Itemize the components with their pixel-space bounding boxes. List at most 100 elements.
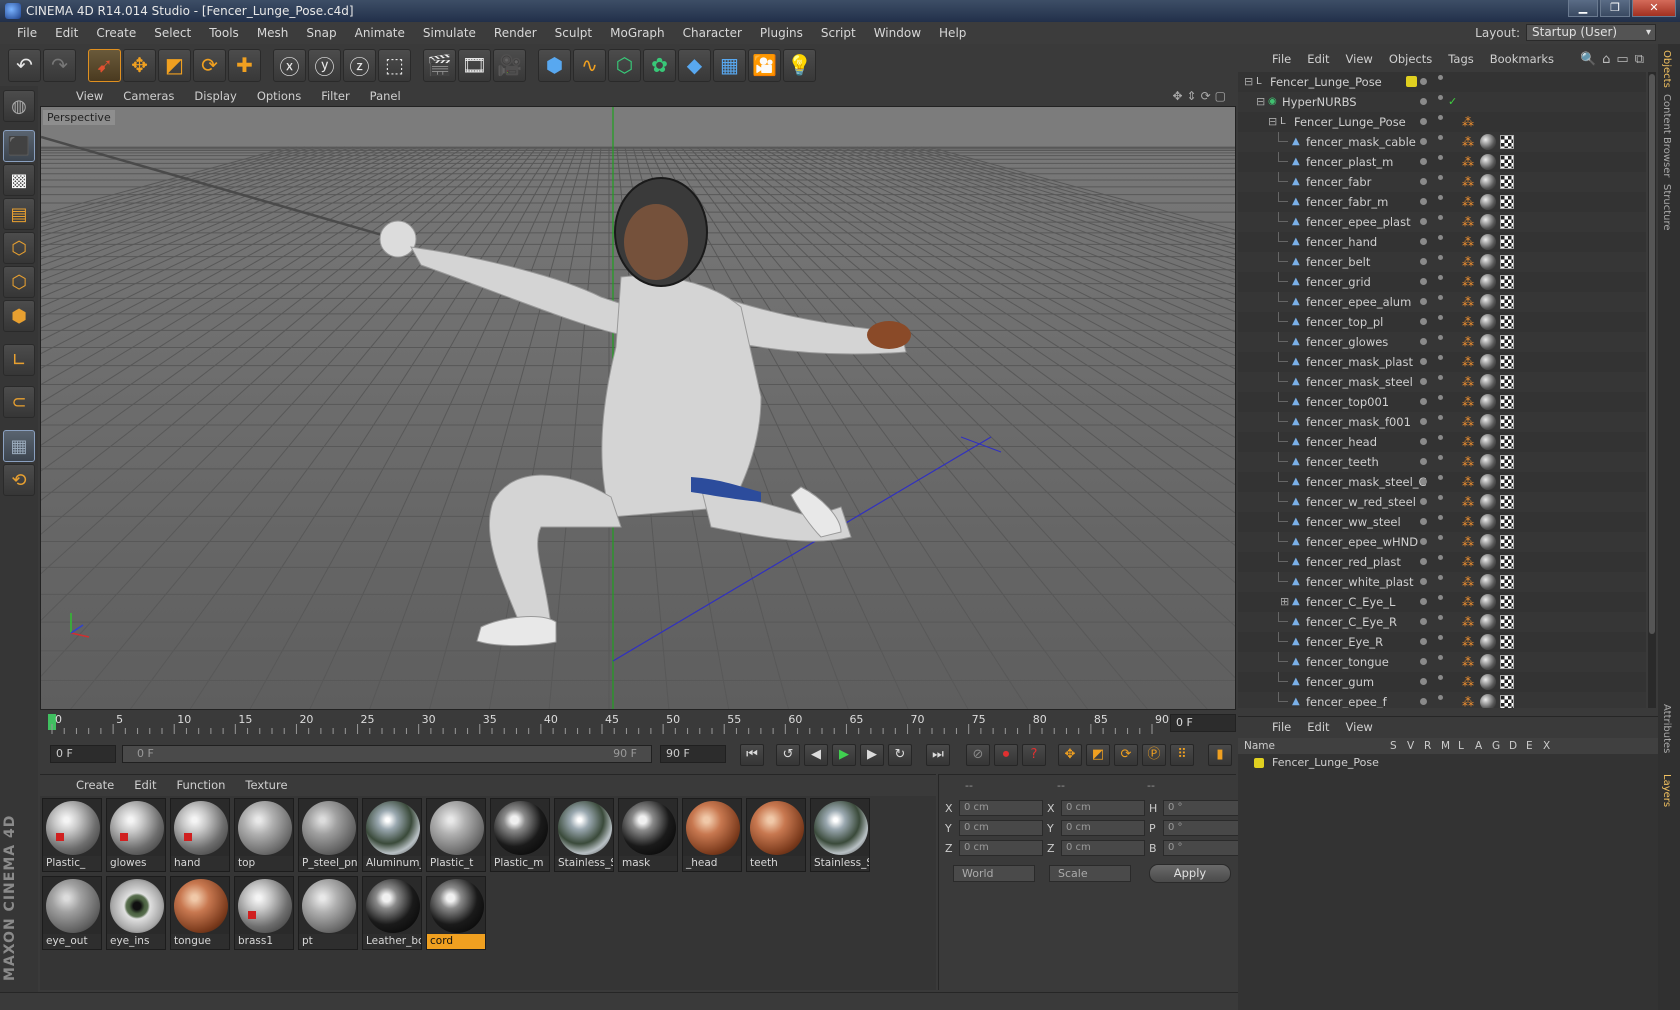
object-menu-bookmarks[interactable]: Bookmarks [1482,52,1562,66]
uvw-tag-icon[interactable] [1500,635,1514,649]
layer-menu-edit[interactable]: Edit [1299,720,1337,734]
menu-mograph[interactable]: MoGraph [601,26,674,40]
uvw-tag-icon[interactable] [1500,535,1514,549]
material-tag-icon[interactable] [1480,334,1496,350]
phong-tag-icon[interactable]: ⁂ [1462,335,1476,349]
material-tag-icon[interactable] [1480,374,1496,390]
material-menu-edit[interactable]: Edit [124,778,166,792]
material-tag-icon[interactable] [1480,514,1496,530]
render-visibility-dot[interactable] [1438,635,1443,640]
record-position-button[interactable]: ✥ [1058,744,1082,766]
render-visibility-dot[interactable] [1438,535,1443,540]
uvw-tag-icon[interactable] [1500,255,1514,269]
record-parameter-button[interactable]: Ⓟ [1142,744,1166,766]
render-visibility-dot[interactable] [1438,655,1443,660]
object-row[interactable]: ▲ fencer_plast_m ⁂ [1238,152,1646,172]
phong-tag-icon[interactable]: ⁂ [1462,235,1476,249]
menu-select[interactable]: Select [145,26,200,40]
coord-value-field[interactable]: 0 cm [1061,800,1145,816]
object-row[interactable]: ▲ fencer_hand ⁂ [1238,232,1646,252]
editor-visibility-dot[interactable] [1420,138,1427,145]
right-tab-layers[interactable]: Layers [1661,774,1672,807]
coord-value-field[interactable]: 0 cm [1061,820,1145,836]
menu-sculpt[interactable]: Sculpt [546,26,601,40]
material-tag-icon[interactable] [1480,694,1496,708]
start-frame-field[interactable]: 0 F [50,745,116,763]
uvw-tag-icon[interactable] [1500,235,1514,249]
layer-menu-view[interactable]: View [1338,720,1381,734]
object-row[interactable]: ▲ fencer_epee_wHND ⁂ [1238,532,1646,552]
material-menu-function[interactable]: Function [167,778,236,792]
record-rotation-button[interactable]: ⟳ [1114,744,1138,766]
material-swatch[interactable]: Aluminum_ [362,798,422,872]
phong-tag-icon[interactable]: ⁂ [1462,195,1476,209]
uvw-tag-icon[interactable] [1500,275,1514,289]
menu-help[interactable]: Help [930,26,975,40]
object-row[interactable]: ▲ fencer_glowes ⁂ [1238,332,1646,352]
planar-workplane-button[interactable]: ⟲ [3,464,35,496]
layer-column-g[interactable]: G [1492,738,1500,754]
editor-visibility-dot[interactable] [1420,318,1427,325]
object-row[interactable]: ▲ fencer_w_red_steel ⁂ [1238,492,1646,512]
layer-column-m[interactable]: M [1441,738,1450,754]
editor-visibility-dot[interactable] [1420,638,1427,645]
phong-tag-icon[interactable]: ⁂ [1462,255,1476,269]
previous-frame-button[interactable]: ◀ [804,744,828,766]
menu-animate[interactable]: Animate [346,26,414,40]
menu-mesh[interactable]: Mesh [248,26,298,40]
object-row[interactable]: ▲ fencer_C_Eye_R ⁂ [1238,612,1646,632]
y-axis-lock[interactable]: ⓨ [308,48,341,82]
uvw-tag-icon[interactable] [1500,135,1514,149]
uvw-tag-icon[interactable] [1500,435,1514,449]
create-object-tool[interactable]: ✚ [228,48,261,82]
uvw-tag-icon[interactable] [1500,355,1514,369]
menu-character[interactable]: Character [674,26,751,40]
object-row[interactable]: ▲ fencer_Eye_R ⁂ [1238,632,1646,652]
material-menu-texture[interactable]: Texture [235,778,297,792]
editor-visibility-dot[interactable] [1420,258,1427,265]
viewport-menu-view[interactable]: View [66,89,113,103]
material-tag-icon[interactable] [1480,454,1496,470]
camera-button[interactable]: 🎦 [748,48,781,82]
phong-tag-icon[interactable]: ⁂ [1462,375,1476,389]
phong-tag-icon[interactable]: ⁂ [1462,355,1476,369]
close-button[interactable]: ✕ [1632,0,1676,17]
object-menu-objects[interactable]: Objects [1381,52,1440,66]
material-swatch[interactable]: pt [298,876,358,950]
editor-visibility-dot[interactable] [1420,158,1427,165]
render-visibility-dot[interactable] [1438,695,1443,700]
uvw-tag-icon[interactable] [1500,215,1514,229]
phong-tag-icon[interactable]: ⁂ [1462,435,1476,449]
record-scale-button[interactable]: ◩ [1086,744,1110,766]
viewport-menu-options[interactable]: Options [247,89,311,103]
phong-tag-icon[interactable]: ⁂ [1462,115,1476,129]
menu-edit[interactable]: Edit [46,26,87,40]
x-axis-lock[interactable]: ⓧ [273,48,306,82]
object-row[interactable]: ⊟ L Fencer_Lunge_Pose ⁂ [1238,112,1646,132]
layer-column-s[interactable]: S [1390,738,1397,754]
menu-plugins[interactable]: Plugins [751,26,812,40]
material-swatch[interactable]: eye_out [42,876,102,950]
uvw-tag-icon[interactable] [1500,155,1514,169]
editor-visibility-dot[interactable] [1420,98,1427,105]
material-menu-create[interactable]: Create [66,778,124,792]
material-tag-icon[interactable] [1480,554,1496,570]
editor-visibility-dot[interactable] [1420,178,1427,185]
material-swatch[interactable]: Plastic_m [490,798,550,872]
nurbs-button[interactable]: ⬡ [608,48,641,82]
render-visibility-dot[interactable] [1438,155,1443,160]
object-menu-view[interactable]: View [1338,52,1381,66]
object-row[interactable]: ▲ fencer_belt ⁂ [1238,252,1646,272]
object-row[interactable]: ⊟ ◉ HyperNURBS ✓ [1238,92,1646,112]
autokey-button[interactable]: ⏺ [994,744,1018,766]
phong-tag-icon[interactable]: ⁂ [1462,495,1476,509]
phong-tag-icon[interactable]: ⁂ [1462,695,1476,708]
coord-value-field[interactable]: 0 cm [959,800,1043,816]
phong-tag-icon[interactable]: ⁂ [1462,315,1476,329]
scale-tool[interactable]: ◩ [158,48,191,82]
right-tab-structure[interactable]: Structure [1661,184,1672,231]
uvw-tag-icon[interactable] [1500,175,1514,189]
editor-visibility-dot[interactable] [1420,618,1427,625]
layer-column-l[interactable]: L [1458,738,1464,754]
object-row[interactable]: ▲ fencer_red_plast ⁂ [1238,552,1646,572]
